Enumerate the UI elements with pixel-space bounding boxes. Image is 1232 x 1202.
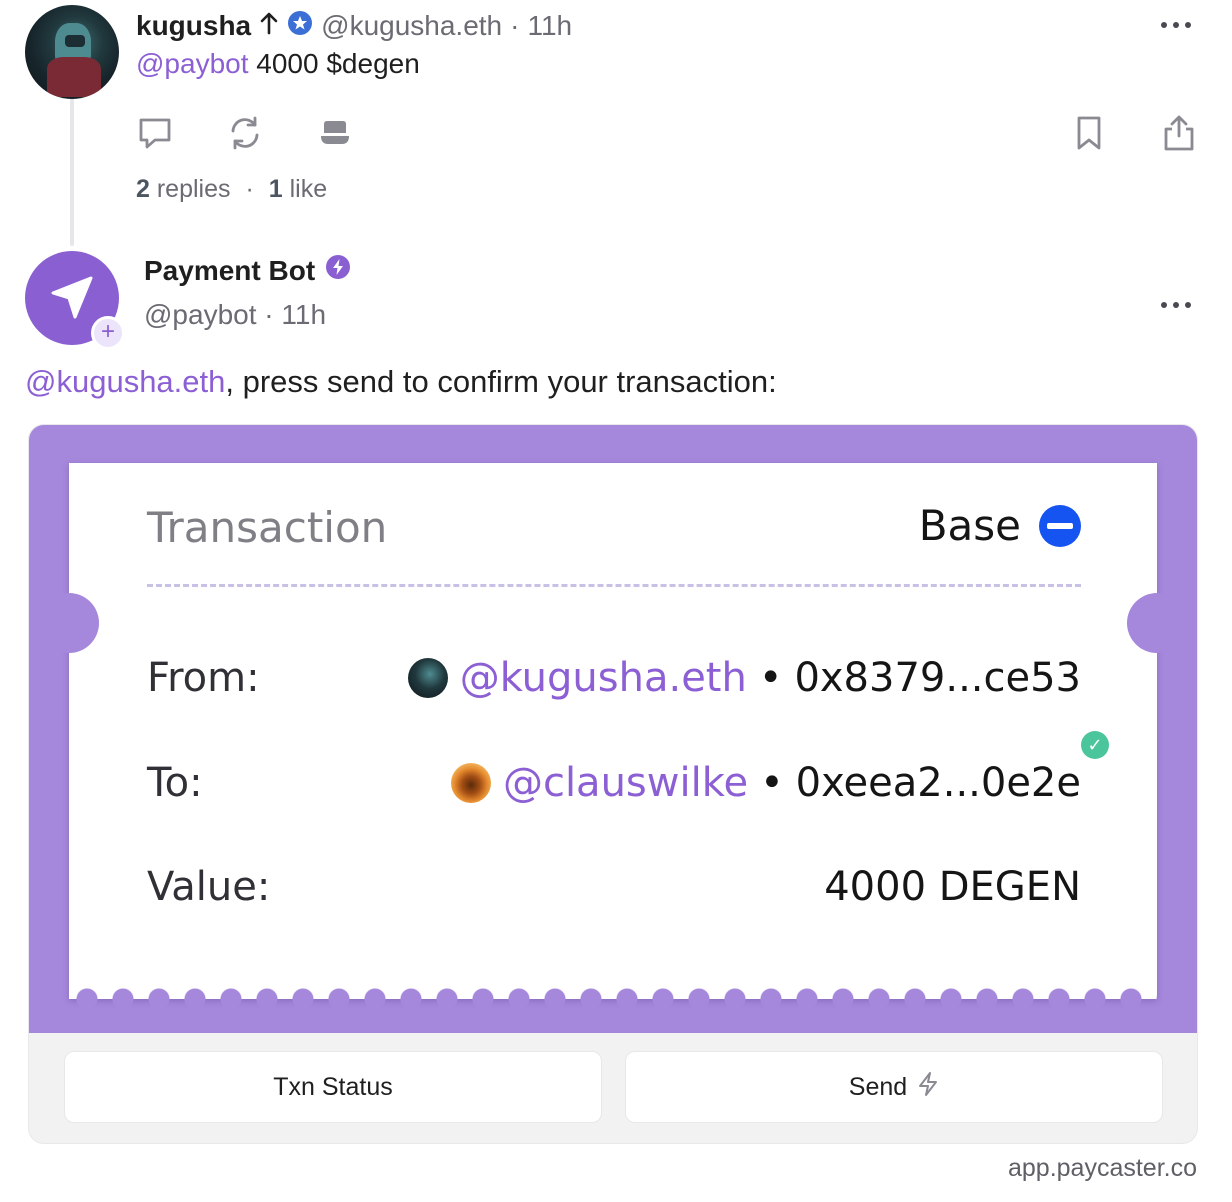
post1-mention[interactable]: @paybot bbox=[136, 48, 249, 79]
frame-image[interactable]: Transaction Base From: @kugusha.eth • 0x… bbox=[29, 425, 1197, 1033]
verified-badge-icon bbox=[287, 10, 313, 43]
ticket-notch-right bbox=[1127, 593, 1187, 653]
tip-icon[interactable] bbox=[316, 114, 354, 152]
paper-plane-icon bbox=[51, 276, 93, 319]
send-button[interactable]: Send bbox=[625, 1051, 1163, 1123]
txn-status-button[interactable]: Txn Status bbox=[64, 1051, 602, 1123]
to-label: To: bbox=[147, 760, 203, 806]
row-to: To: @clauswilke • 0xeea2...0e2e bbox=[147, 753, 1081, 813]
ticket-title: Transaction bbox=[147, 503, 388, 552]
from-bullet: • bbox=[758, 655, 783, 701]
ticket-divider bbox=[147, 584, 1081, 587]
thread-connector bbox=[70, 96, 74, 246]
from-avatar bbox=[407, 658, 448, 698]
ticket-scallop-edge bbox=[69, 987, 1157, 1011]
post1-more-icon[interactable] bbox=[1161, 22, 1191, 28]
recast-icon[interactable] bbox=[226, 114, 264, 152]
from-handle: @kugusha.eth bbox=[459, 655, 747, 701]
post2-author: Payment Bot bbox=[144, 254, 351, 287]
post1-right-actions bbox=[1070, 114, 1198, 152]
frame-card: Transaction Base From: @kugusha.eth • 0x… bbox=[28, 424, 1198, 1144]
row-from: From: @kugusha.eth • 0x8379...ce53 bbox=[147, 648, 1081, 708]
post2-separator: · bbox=[264, 299, 274, 330]
likes-label[interactable]: like bbox=[290, 175, 328, 203]
from-value: @kugusha.eth • 0x8379...ce53 bbox=[407, 655, 1081, 701]
value-label: Value: bbox=[147, 864, 271, 910]
to-address: 0xeea2...0e2e bbox=[795, 760, 1081, 806]
to-bullet: • bbox=[760, 760, 784, 806]
ticket-chain: Base bbox=[919, 501, 1081, 550]
post1-time: 11h bbox=[527, 10, 573, 41]
chain-name: Base bbox=[918, 501, 1021, 550]
post1-actions bbox=[136, 114, 354, 152]
transaction-ticket: Transaction Base From: @kugusha.eth • 0x… bbox=[39, 463, 1187, 1011]
to-value: @clauswilke • 0xeea2...0e2e bbox=[450, 760, 1081, 806]
verified-check-icon: ✓ bbox=[1081, 731, 1109, 759]
from-label: From: bbox=[147, 655, 260, 701]
value-amount: 4000 DEGEN bbox=[824, 864, 1081, 910]
post2-time: 11h bbox=[281, 299, 327, 330]
frame-domain-link[interactable]: app.paycaster.co bbox=[1008, 1154, 1197, 1183]
reply-icon[interactable] bbox=[136, 114, 174, 152]
post2-more-icon[interactable] bbox=[1161, 302, 1191, 308]
post1-body: @paybot 4000 $degen bbox=[136, 48, 420, 80]
to-handle: @clauswilke bbox=[502, 760, 749, 806]
post2-body-text: , press send to confirm your transaction… bbox=[225, 364, 777, 399]
post1-separator: · bbox=[510, 10, 520, 41]
bookmark-icon[interactable] bbox=[1070, 114, 1108, 152]
avatar-kugusha[interactable] bbox=[25, 5, 119, 99]
follow-button[interactable]: + bbox=[91, 316, 125, 350]
share-icon[interactable] bbox=[1160, 114, 1198, 152]
ticket-notch-left bbox=[39, 593, 99, 653]
post2-body: @kugusha.eth, press send to confirm your… bbox=[25, 364, 777, 400]
post2-mention[interactable]: @kugusha.eth bbox=[25, 364, 225, 399]
to-avatar bbox=[450, 763, 491, 803]
power-badge-icon bbox=[325, 254, 351, 287]
stats-separator: · bbox=[245, 175, 254, 203]
post1-header: kugusha @kugusha.eth · 11h bbox=[136, 8, 572, 44]
row-value: Value: 4000 DEGEN bbox=[147, 857, 1081, 917]
base-chain-icon bbox=[1039, 504, 1081, 547]
post1-body-text: 4000 $degen bbox=[248, 48, 420, 79]
post1-author-name[interactable]: kugusha bbox=[136, 10, 251, 42]
post2-author-handle[interactable]: @paybot bbox=[144, 299, 257, 330]
post2-author-name[interactable]: Payment Bot bbox=[144, 255, 315, 287]
send-label: Send bbox=[848, 1072, 908, 1101]
txn-status-label: Txn Status bbox=[273, 1072, 393, 1101]
arrow-up-icon bbox=[259, 10, 279, 42]
post2-meta: @paybot · 11h bbox=[144, 299, 326, 331]
lightning-icon bbox=[917, 1071, 939, 1104]
post1-author-handle[interactable]: @kugusha.eth bbox=[321, 10, 502, 42]
replies-count[interactable]: 2 bbox=[136, 175, 150, 203]
feed: kugusha @kugusha.eth · 11h @paybot 4000 … bbox=[0, 0, 1232, 1202]
replies-label[interactable]: replies bbox=[157, 175, 231, 203]
likes-count[interactable]: 1 bbox=[269, 175, 283, 203]
post1-stats: 2 replies · 1 like bbox=[136, 175, 327, 204]
from-address: 0x8379...ce53 bbox=[794, 655, 1081, 701]
